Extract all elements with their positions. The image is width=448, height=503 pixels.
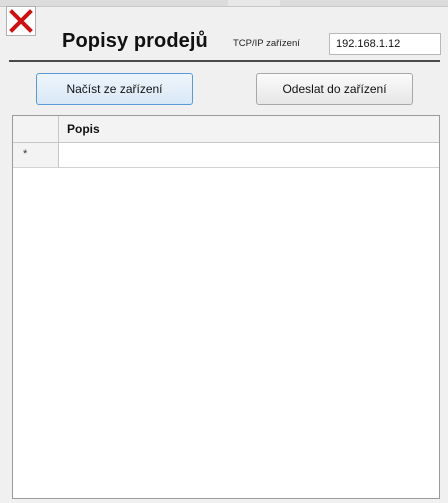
sales-descriptions-window: Popisy prodejů TCP/IP zařízení Načíst ze… (0, 0, 448, 503)
grid-header: Popis (13, 116, 439, 143)
descriptions-grid[interactable]: Popis * (12, 115, 440, 499)
new-row-popis-cell[interactable] (59, 143, 439, 167)
row-header-corner[interactable] (13, 116, 59, 142)
close-button[interactable] (6, 6, 36, 36)
new-row[interactable]: * (13, 143, 439, 168)
new-row-header[interactable]: * (13, 143, 59, 167)
window-top-strip (0, 0, 448, 7)
top-strip-notch (228, 0, 280, 6)
column-header-popis[interactable]: Popis (67, 122, 100, 136)
page-title: Popisy prodejů (62, 30, 208, 52)
header-divider (9, 60, 440, 62)
new-row-marker: * (23, 148, 28, 160)
load-from-device-button[interactable]: Načíst ze zařízení (36, 73, 193, 105)
ip-address-input[interactable] (329, 33, 441, 55)
send-to-device-button[interactable]: Odeslat do zařízení (256, 73, 413, 105)
close-x-icon (9, 9, 33, 33)
ip-label: TCP/IP zařízení (233, 38, 300, 49)
